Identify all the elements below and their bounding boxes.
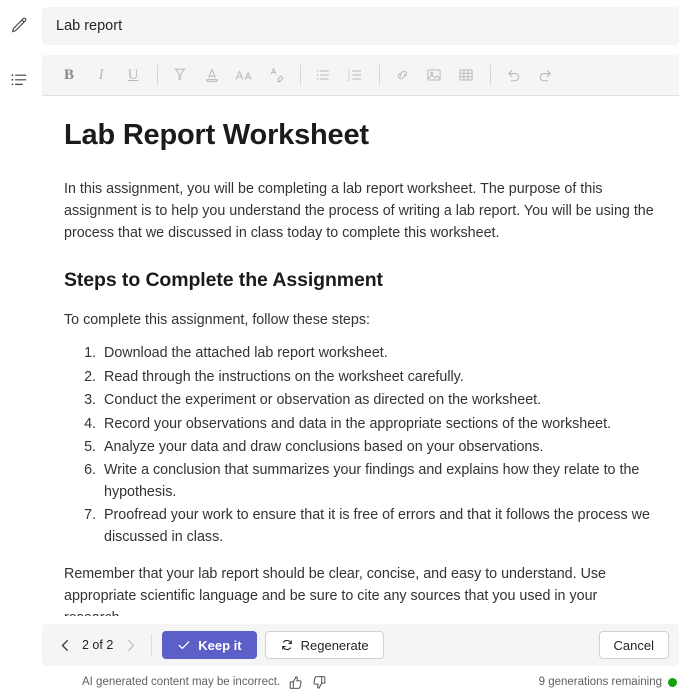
insert-link-button[interactable]: [387, 61, 417, 89]
list-item: Analyze your data and draw conclusions b…: [100, 437, 657, 458]
toolbar-divider: [379, 65, 380, 85]
action-divider: [151, 634, 153, 656]
insert-table-button[interactable]: [451, 61, 481, 89]
left-rail: [0, 0, 38, 695]
redo-button[interactable]: [530, 61, 560, 89]
underline-button[interactable]: U: [118, 61, 148, 89]
closing-paragraph-1: Remember that your lab report should be …: [64, 566, 606, 616]
list-item: Proofread your work to ensure that it is…: [100, 505, 657, 548]
editor-card: B I U 1 2 3 Lab Report Worksheet In this…: [42, 55, 679, 616]
svg-text:3: 3: [347, 77, 350, 83]
undo-button[interactable]: [498, 61, 528, 89]
regenerate-label: Regenerate: [300, 637, 369, 653]
bold-button[interactable]: B: [54, 61, 84, 89]
ai-assignment-editor: B I U: [0, 0, 687, 695]
regenerate-button[interactable]: Regenerate: [264, 631, 384, 659]
toolbar-divider: [300, 65, 301, 85]
list-item: Conduct the experiment or observation as…: [100, 390, 657, 411]
clear-formatting-button[interactable]: [261, 61, 291, 89]
thumbs-down-icon[interactable]: [310, 673, 328, 691]
steps-list: Download the attached lab report workshe…: [64, 343, 657, 548]
keep-it-label: Keep it: [198, 637, 242, 653]
list-item: Download the attached lab report workshe…: [100, 343, 657, 364]
toolbar-divider: [157, 65, 158, 85]
ai-disclaimer-text: AI generated content may be incorrect.: [82, 676, 281, 688]
bulleted-list-button[interactable]: [308, 61, 338, 89]
list-item: Record your observations and data in the…: [100, 414, 657, 435]
action-bar: 2 of 2 Keep it Regenerate Cancel: [42, 624, 679, 666]
edit-pencil-icon[interactable]: [5, 12, 33, 40]
main-column: B I U: [38, 0, 687, 695]
italic-button[interactable]: I: [86, 61, 116, 89]
thumbs-up-icon[interactable]: [286, 673, 304, 691]
document-section-heading: Steps to Complete the Assignment: [64, 268, 383, 291]
title-row: [38, 0, 687, 45]
footer-right-group: 9 generations remaining: [539, 676, 677, 688]
keep-it-button[interactable]: Keep it: [162, 631, 257, 659]
footer-bar: AI generated content may be incorrect. 9…: [38, 669, 687, 695]
previous-generation-button[interactable]: [54, 634, 76, 656]
formatting-toolbar: B I U 1 2 3: [42, 55, 679, 96]
cancel-button[interactable]: Cancel: [598, 631, 669, 659]
check-icon: [177, 638, 191, 652]
pager-label: 2 of 2: [82, 638, 114, 652]
font-color-button[interactable]: [197, 61, 227, 89]
next-generation-button[interactable]: [119, 634, 141, 656]
font-size-button[interactable]: [229, 61, 259, 89]
document-body[interactable]: Lab Report Worksheet In this assignment,…: [42, 96, 679, 616]
list-item: Read through the instructions on the wor…: [100, 367, 657, 388]
generation-pager: 2 of 2: [54, 634, 141, 656]
toolbar-divider: [490, 65, 491, 85]
generations-remaining-text: 9 generations remaining: [538, 676, 662, 688]
highlight-button[interactable]: [165, 61, 195, 89]
steps-intro-paragraph: To complete this assignment, follow thes…: [64, 311, 370, 328]
list-item: Write a conclusion that summarizes your …: [100, 460, 657, 503]
document-intro-paragraph: In this assignment, you will be completi…: [64, 181, 654, 241]
refresh-icon: [280, 638, 294, 652]
list-icon[interactable]: [5, 66, 33, 94]
document-heading: Lab Report Worksheet: [64, 119, 369, 151]
insert-image-button[interactable]: [419, 61, 449, 89]
status-indicator-dot: [668, 677, 677, 687]
numbered-list-button[interactable]: 1 2 3: [340, 61, 370, 89]
footer-left-group: AI generated content may be incorrect.: [82, 673, 328, 691]
cancel-label: Cancel: [613, 637, 654, 653]
assignment-title-input[interactable]: [42, 7, 679, 45]
